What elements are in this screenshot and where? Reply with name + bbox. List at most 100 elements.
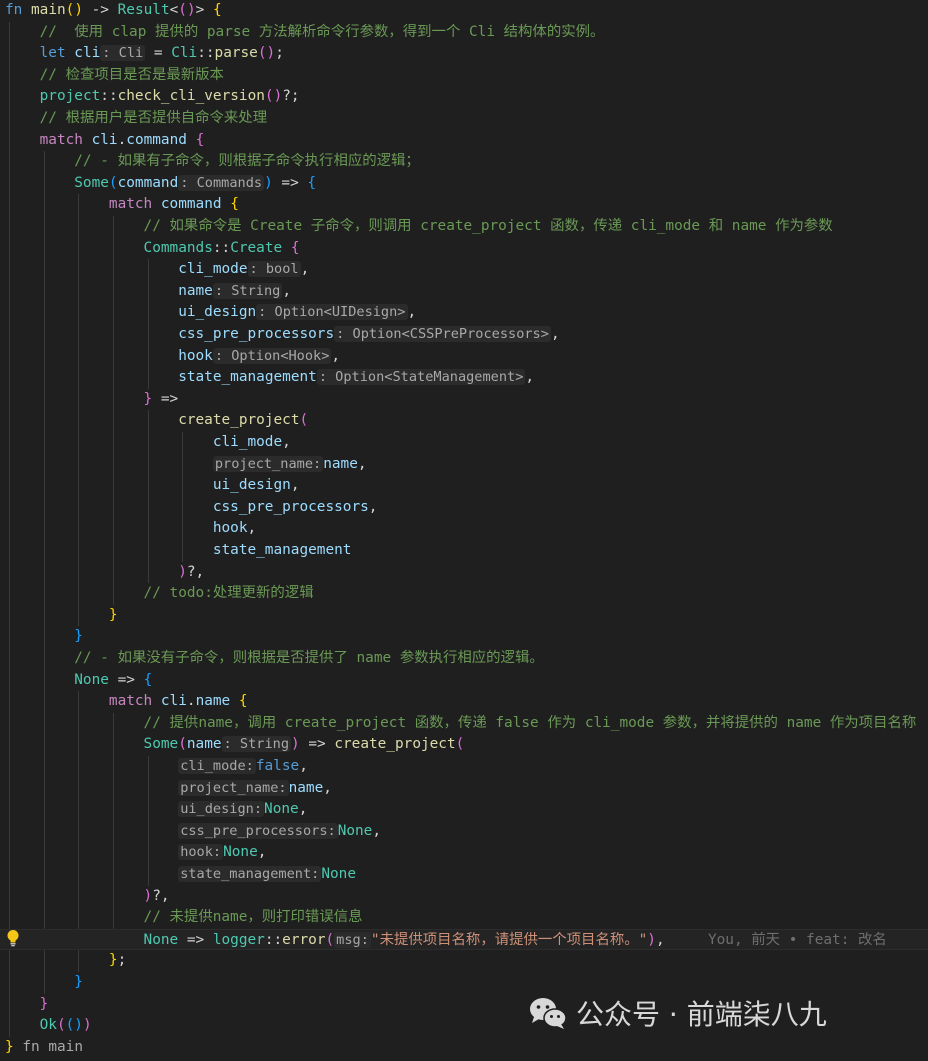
- code-line[interactable]: css_pre_processors,: [0, 497, 928, 519]
- code-token: command: [160, 196, 222, 213]
- code-token: cli: [74, 45, 101, 62]
- code-line[interactable]: // 检查项目是否是最新版本: [0, 65, 928, 87]
- code-line[interactable]: match cli.name {: [0, 691, 928, 713]
- code-line[interactable]: state_management: Option<StateManagement…: [0, 367, 928, 389]
- code-token: =>: [152, 390, 179, 407]
- code-token: {: [143, 671, 153, 688]
- code-token: fn: [5, 2, 31, 18]
- code-line[interactable]: cli_mode,: [0, 432, 928, 454]
- code-token: error: [282, 931, 326, 948]
- code-token: ,: [407, 304, 417, 321]
- code-line[interactable]: match command {: [0, 194, 928, 216]
- code-token: (: [325, 931, 335, 948]
- code-line[interactable]: )?,: [0, 562, 928, 584]
- code-token: project: [39, 88, 101, 105]
- code-token: css_pre_processors: [212, 498, 369, 515]
- code-editor[interactable]: fn main() -> Result<()> {// 使用 clap 提供的 …: [0, 0, 928, 1061]
- inlay-hint: : Option<UIDesign>: [256, 304, 408, 321]
- code-token: (): [178, 2, 196, 18]
- code-line[interactable]: ui_design: None,: [0, 799, 928, 821]
- code-line[interactable]: None => {: [0, 670, 928, 692]
- code-line[interactable]: css_pre_processors: None,: [0, 821, 928, 843]
- code-token: ): [178, 563, 187, 580]
- code-line[interactable]: project::check_cli_version()?;: [0, 86, 928, 108]
- code-line[interactable]: hook,: [0, 518, 928, 540]
- code-line[interactable]: hook: Option<Hook>,: [0, 346, 928, 368]
- code-token: ,: [282, 434, 291, 450]
- code-line[interactable]: Some(command: Commands) => {: [0, 173, 928, 195]
- lightbulb-icon[interactable]: [6, 929, 20, 947]
- code-line[interactable]: } fn main: [0, 1037, 928, 1059]
- code-token: =: [145, 45, 172, 62]
- code-line[interactable]: }: [0, 605, 928, 627]
- code-token: ,: [300, 261, 310, 278]
- code-line[interactable]: // - 如果没有子命令，则根据是否提供了 name 参数执行相应的逻辑。: [0, 648, 928, 670]
- code-token: ?,: [186, 563, 205, 580]
- code-line[interactable]: // - 如果有子命令，则根据子命令执行相应的逻辑；: [0, 151, 928, 173]
- code-token: Commands: [143, 239, 213, 256]
- code-token: Some: [143, 736, 179, 753]
- code-line[interactable]: } =>: [0, 389, 928, 411]
- code-line[interactable]: Some(name: String) => create_project(: [0, 734, 928, 756]
- code-line[interactable]: };: [0, 950, 928, 972]
- watermark: 公众号 · 前端柒八九: [528, 993, 827, 1033]
- code-token: =>: [272, 174, 308, 191]
- code-line[interactable]: project_name: name,: [0, 454, 928, 476]
- code-line[interactable]: name: String,: [0, 281, 928, 303]
- code-token: (): [264, 88, 283, 105]
- code-token: Some: [74, 174, 109, 191]
- code-token: ): [74, 1017, 83, 1034]
- code-line[interactable]: // 根据用户是否提供自命令来处理: [0, 108, 928, 130]
- code-line[interactable]: project_name: name,: [0, 778, 928, 800]
- code-token: None: [223, 844, 258, 861]
- code-line[interactable]: hook: None,: [0, 842, 928, 864]
- code-token: ,: [372, 822, 382, 839]
- code-token: name: [178, 282, 213, 299]
- code-token: ?;: [282, 88, 300, 105]
- code-line[interactable]: // 使用 clap 提供的 parse 方法解析命令行参数，得到一个 Cli …: [0, 22, 928, 44]
- code-line[interactable]: }: [0, 972, 928, 994]
- code-token: ::: [197, 45, 215, 62]
- code-line[interactable]: ui_design,: [0, 475, 928, 497]
- code-token: ): [647, 931, 656, 948]
- code-token: Ok: [39, 1017, 57, 1034]
- code-line[interactable]: state_management: None: [0, 864, 928, 886]
- code-line[interactable]: let cli: Cli = Cli::parse();: [0, 43, 928, 65]
- code-token: ): [143, 887, 153, 904]
- code-token: ;: [275, 45, 284, 62]
- code-line[interactable]: // 未提供name，则打印错误信息: [0, 907, 928, 929]
- code-line[interactable]: }: [0, 626, 928, 648]
- code-line[interactable]: css_pre_processors: Option<CSSPreProcess…: [0, 324, 928, 346]
- code-token: ->: [82, 2, 118, 18]
- code-token: ,: [299, 758, 308, 774]
- code-line-current[interactable]: None => logger::error(msg: "未提供项目名称，请提供一个…: [0, 928, 928, 951]
- code-line[interactable]: fn main() -> Result<()> {: [0, 0, 928, 22]
- code-line[interactable]: // todo:处理更新的逻辑: [0, 583, 928, 605]
- code-line[interactable]: )?,: [0, 886, 928, 908]
- code-line[interactable]: cli_mode: false,: [0, 756, 928, 778]
- code-token: =>: [108, 671, 144, 688]
- code-line[interactable]: create_project(: [0, 410, 928, 432]
- code-token: name: [186, 736, 222, 753]
- code-line[interactable]: // 如果命令是 Create 子命令，则调用 create_project 函…: [0, 216, 928, 238]
- code-line[interactable]: state_management: [0, 540, 928, 562]
- code-token: ): [291, 736, 300, 753]
- code-token: "未提供项目名称，请提供一个项目名称。": [370, 931, 648, 948]
- inlay-hint: project_name:: [178, 779, 289, 796]
- code-token: create_project: [334, 736, 456, 753]
- code-line[interactable]: match cli.command {: [0, 130, 928, 152]
- code-token: =>: [299, 736, 335, 753]
- code-token: ui_design: [212, 477, 291, 494]
- code-token: state_management: [212, 542, 352, 558]
- code-line[interactable]: Commands::Create {: [0, 238, 928, 260]
- code-line[interactable]: // 提供name，调用 create_project 函数，传递 false …: [0, 713, 928, 735]
- watermark-text: 公众号 · 前端柒八九: [576, 998, 827, 1031]
- code-token: >: [195, 2, 213, 18]
- code-token: None: [321, 866, 356, 882]
- code-line[interactable]: ui_design: Option<UIDesign>,: [0, 302, 928, 324]
- code-token: match: [39, 131, 92, 148]
- code-line[interactable]: cli_mode: bool,: [0, 259, 928, 281]
- code-token: }: [39, 995, 49, 1012]
